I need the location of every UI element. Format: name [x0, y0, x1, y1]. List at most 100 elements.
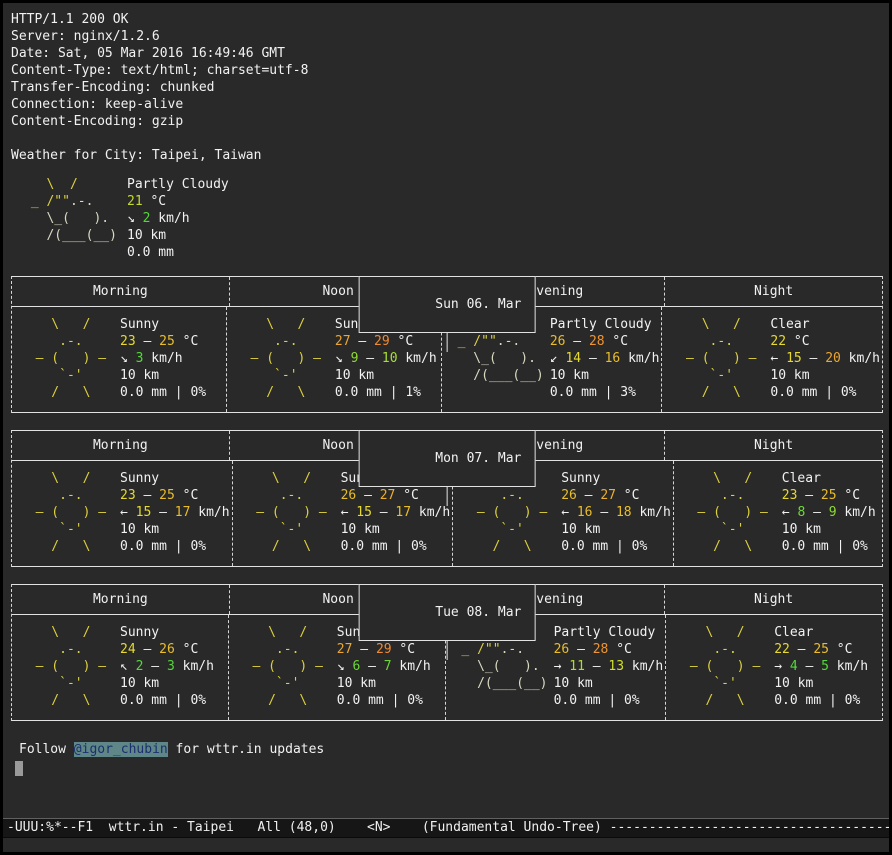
http-header-transfer-encoding: Transfer-Encoding: chunked [11, 79, 883, 96]
precipitation-value: 0.0 mm | 0% [782, 538, 880, 555]
condition-label: Clear [782, 470, 880, 487]
emacs-buffer[interactable]: HTTP/1.1 200 OK Server: nginx/1.2.6 Date… [3, 3, 889, 852]
precipitation-value: 0.0 mm | 0% [341, 538, 451, 555]
http-header-content-type: Content-Type: text/html; charset=utf-8 [11, 62, 883, 79]
weather-art: \ / .-. – ( ) – `-' / \ [237, 624, 337, 709]
location-line: Weather for City: Taipei, Taiwan [11, 147, 883, 164]
weather-art: \ / .-. – ( ) – `-' / \ [235, 316, 335, 401]
temperature-value: 23 – 25 °C [120, 333, 224, 350]
forecast-cell-morning: \ / .-. – ( ) – `-' / \ Sunny 23 – 25 °C… [12, 461, 232, 566]
emacs-modeline: -UUU:%*--F1 wttr.in - Taipei All (48,0) … [3, 818, 889, 838]
follow-suffix: for wttr.in updates [168, 742, 325, 757]
wind-value: ↘ 3 km/h [120, 350, 224, 367]
forecast-cell-morning: \ / .-. – ( ) – `-' / \ Sunny 24 – 26 °C… [12, 615, 228, 720]
wind-value: ← 15 – 20 km/h [770, 350, 880, 367]
weather-art: \ / .-. – ( ) – `-' / \ [20, 470, 120, 555]
weather-art: \ / .-. – ( ) – `-' / \ [670, 316, 770, 401]
visibility-value: 10 km [770, 367, 880, 384]
visibility-value: 10 km [120, 521, 230, 538]
current-wind-value: ↘ 2 km/h [127, 210, 229, 227]
wind-value: ← 15 – 17 km/h [120, 504, 230, 521]
wind-value: ↙ 14 – 16 km/h [550, 350, 660, 367]
current-precipitation-value: 0.0 mm [127, 244, 229, 261]
wind-value: ↘ 9 – 10 km/h [335, 350, 439, 367]
temperature-value: 22 °C [770, 333, 880, 350]
precipitation-value: 0.0 mm | 0% [337, 692, 443, 709]
http-header-connection: Connection: keep-alive [11, 96, 883, 113]
wind-value: ← 16 – 18 km/h [561, 504, 671, 521]
blank-line [11, 130, 883, 147]
column-header-night: Night [664, 585, 882, 614]
weather-art: \ / .-. – ( ) – `-' / \ [682, 470, 782, 555]
temperature-value: 22 – 25 °C [774, 641, 880, 658]
precipitation-value: 0.0 mm | 0% [120, 538, 230, 555]
condition-label: Sunny [120, 624, 226, 641]
temperature-value: 26 – 28 °C [550, 333, 660, 350]
wind-value: ↖ 2 – 3 km/h [120, 658, 226, 675]
forecast-cell-night: \ / .-. – ( ) – `-' / \ Clear 22 – 25 °C… [665, 615, 882, 720]
visibility-value: 10 km [561, 521, 671, 538]
temperature-value: 26 – 27 °C [561, 487, 671, 504]
condition-label: Sunny [120, 470, 230, 487]
text-cursor [15, 761, 23, 776]
current-temperature-value: 21 °C [127, 193, 229, 210]
temperature-value: 24 – 26 °C [120, 641, 226, 658]
precipitation-value: 0.0 mm | 1% [335, 384, 439, 401]
temperature-value: 26 – 28 °C [554, 641, 664, 658]
weather-art: \ / .-. – ( ) – `-' / \ [241, 470, 341, 555]
forecast-cell-night: \ / .-. – ( ) – `-' / \ Clear 23 – 25 °C… [673, 461, 882, 566]
date-box: Tue 08. Mar [359, 584, 536, 641]
condition-label: Clear [774, 624, 880, 641]
visibility-value: 10 km [550, 367, 660, 384]
date-box: Mon 07. Mar [359, 430, 536, 487]
date-box: Sun 06. Mar [359, 276, 536, 333]
column-header-morning: Morning [12, 277, 229, 306]
wind-value: → 4 – 5 km/h [774, 658, 880, 675]
precipitation-value: 0.0 mm | 0% [120, 692, 226, 709]
condition-label: Sunny [120, 316, 224, 333]
http-status-line: HTTP/1.1 200 OK [11, 11, 883, 28]
wind-value: → 11 – 13 km/h [554, 658, 664, 675]
visibility-value: 10 km [341, 521, 451, 538]
precipitation-value: 0.0 mm | 3% [550, 384, 660, 401]
current-conditions: \ / _ /"".-. \_( ). /(___(__) Partly Clo… [11, 176, 883, 261]
visibility-value: 10 km [335, 367, 439, 384]
precipitation-value: 0.0 mm | 0% [774, 692, 880, 709]
temperature-value: 27 – 29 °C [337, 641, 443, 658]
precipitation-value: 0.0 mm | 0% [554, 692, 664, 709]
http-header-content-encoding: Content-Encoding: gzip [11, 113, 883, 130]
date-label: Tue 08. Mar [435, 605, 521, 620]
http-header-server: Server: nginx/1.2.6 [11, 28, 883, 45]
wind-value: ← 15 – 17 km/h [341, 504, 451, 521]
visibility-value: 10 km [554, 675, 664, 692]
temperature-value: 27 – 29 °C [335, 333, 439, 350]
temperature-value: 23 – 25 °C [782, 487, 880, 504]
visibility-value: 10 km [120, 675, 226, 692]
temperature-value: 26 – 27 °C [341, 487, 451, 504]
condition-label: Clear [770, 316, 880, 333]
follow-line: Follow @igor_chubin for wttr.in updates [19, 741, 883, 758]
column-header-morning: Morning [12, 431, 229, 460]
forecast-day-mon: Mon 07. Mar Morning Noon Evening Night \… [11, 430, 883, 567]
column-header-morning: Morning [12, 585, 229, 614]
condition-label: Partly Cloudy [554, 624, 664, 641]
twitter-handle-link[interactable]: @igor_chubin [74, 742, 168, 757]
weather-art: \ / .-. – ( ) – `-' / \ [674, 624, 774, 709]
http-header-date: Date: Sat, 05 Mar 2016 16:49:46 GMT [11, 45, 883, 62]
forecast-day-sun: Sun 06. Mar Morning Noon Evening Night \… [11, 276, 883, 413]
date-label: Mon 07. Mar [435, 451, 521, 466]
visibility-value: 10 km [774, 675, 880, 692]
column-header-night: Night [664, 431, 882, 460]
wind-value: ↘ 6 – 7 km/h [337, 658, 443, 675]
weather-art: \ / .-. – ( ) – `-' / \ [20, 624, 120, 709]
forecast-day-tue: Tue 08. Mar Morning Noon Evening Night \… [11, 584, 883, 721]
forecast-cell-morning: \ / .-. – ( ) – `-' / \ Sunny 23 – 25 °C… [12, 307, 226, 412]
precipitation-value: 0.0 mm | 0% [561, 538, 671, 555]
condition-label: Partly Cloudy [550, 316, 660, 333]
column-header-night: Night [664, 277, 882, 306]
forecast-cell-night: \ / .-. – ( ) – `-' / \ Clear 22 °C ← 15… [661, 307, 882, 412]
visibility-value: 10 km [120, 367, 224, 384]
precipitation-value: 0.0 mm | 0% [770, 384, 880, 401]
current-condition-label: Partly Cloudy [127, 176, 229, 193]
weather-art: \ / .-. – ( ) – `-' / \ [20, 316, 120, 401]
